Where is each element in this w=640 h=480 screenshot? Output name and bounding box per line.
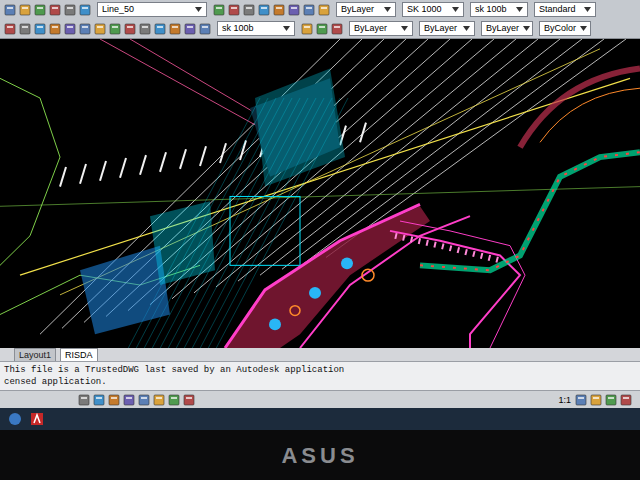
tool-icon[interactable] — [19, 23, 31, 35]
layout-tabs: Layout1 RISDA — [0, 348, 640, 361]
tool-icon[interactable] — [575, 394, 587, 406]
monitor-bezel: ASUS — [0, 430, 640, 480]
tool-icon[interactable] — [303, 4, 315, 16]
combo-box[interactable]: ByLayer — [481, 21, 533, 36]
chevron-down-icon — [580, 26, 587, 31]
chevron-down-icon — [523, 26, 530, 31]
chevron-down-icon — [401, 26, 408, 31]
tool-icon[interactable] — [78, 394, 90, 406]
combo-box[interactable]: ByColor — [539, 21, 591, 36]
combo-box[interactable]: sk 100b — [217, 21, 295, 36]
combo-box[interactable]: ByLayer — [336, 2, 396, 17]
chevron-down-icon — [384, 7, 391, 12]
tool-icon[interactable] — [4, 23, 16, 35]
tool-icon[interactable] — [94, 23, 106, 35]
toolbar: Line_50 ByLayer SK 1000 sk 100b Standard sk 1… — [0, 0, 640, 39]
tool-icon[interactable] — [258, 4, 270, 16]
tool-icon[interactable] — [184, 23, 196, 35]
tool-icon[interactable] — [49, 23, 61, 35]
tool-icon[interactable] — [168, 394, 180, 406]
icon-group — [213, 4, 330, 16]
chevron-down-icon — [283, 26, 290, 31]
toolbar-row: sk 100b ByLayer ByLayer ByLayer ByColor — [0, 19, 640, 38]
chevron-down-icon — [463, 26, 470, 31]
annotation-scale[interactable]: 1:1 — [558, 394, 571, 406]
tool-icon[interactable] — [49, 4, 61, 16]
tool-icon[interactable] — [154, 23, 166, 35]
combo-box[interactable]: Standard — [534, 2, 596, 17]
tool-icon[interactable] — [64, 4, 76, 16]
command-history-line: This file is a TrustedDWG last saved by … — [4, 364, 636, 376]
tool-icon[interactable] — [34, 4, 46, 16]
layout-tab[interactable]: Layout1 — [14, 348, 56, 361]
canvas-area[interactable] — [0, 39, 640, 348]
tool-icon[interactable] — [213, 4, 225, 16]
chevron-down-icon — [452, 7, 459, 12]
tool-icon[interactable] — [620, 394, 632, 406]
tool-icon[interactable] — [79, 4, 91, 16]
icon-group — [4, 23, 211, 35]
tool-icon[interactable] — [64, 23, 76, 35]
chevron-down-icon — [584, 7, 591, 12]
tool-icon[interactable] — [273, 4, 285, 16]
tool-icon[interactable] — [19, 4, 31, 16]
toolbar-row: Line_50 ByLayer SK 1000 sk 100b Standard — [0, 0, 640, 19]
screen: Line_50 ByLayer SK 1000 sk 100b Standard sk 1… — [0, 0, 640, 480]
command-history-line: censed application. — [4, 376, 636, 388]
chevron-down-icon — [195, 7, 202, 12]
tool-icon[interactable] — [318, 4, 330, 16]
autocad-app-icon[interactable] — [30, 412, 44, 426]
taskbar — [0, 408, 640, 430]
layout-tab[interactable]: RISDA — [60, 348, 98, 361]
combo-box[interactable]: ByLayer — [419, 21, 475, 36]
tool-icon[interactable] — [169, 23, 181, 35]
tool-icon[interactable] — [108, 394, 120, 406]
tool-icon[interactable] — [183, 394, 195, 406]
start-icon[interactable] — [8, 412, 22, 426]
tool-icon[interactable] — [109, 23, 121, 35]
tool-icon[interactable] — [301, 23, 313, 35]
command-line[interactable]: This file is a TrustedDWG last saved by … — [0, 361, 640, 390]
tool-icon[interactable] — [316, 23, 328, 35]
tool-icon[interactable] — [79, 23, 91, 35]
combo-box[interactable]: Line_50 — [97, 2, 207, 17]
tool-icon[interactable] — [228, 4, 240, 16]
combo-box[interactable]: sk 100b — [470, 2, 528, 17]
tool-icon[interactable] — [243, 4, 255, 16]
monitor-brand: ASUS — [281, 439, 358, 472]
tool-icon[interactable] — [123, 394, 135, 406]
icon-group — [4, 4, 91, 16]
tool-icon[interactable] — [153, 394, 165, 406]
tool-icon[interactable] — [288, 4, 300, 16]
combo-box[interactable]: SK 1000 — [402, 2, 464, 17]
tool-icon[interactable] — [34, 23, 46, 35]
tool-icon[interactable] — [93, 394, 105, 406]
tool-icon[interactable] — [605, 394, 617, 406]
tool-icon[interactable] — [199, 23, 211, 35]
tool-icon[interactable] — [4, 4, 16, 16]
icon-group — [78, 394, 195, 406]
tool-icon[interactable] — [590, 394, 602, 406]
tool-icon[interactable] — [124, 23, 136, 35]
tool-icon[interactable] — [139, 23, 151, 35]
chevron-down-icon — [516, 7, 523, 12]
combo-box[interactable]: ByLayer — [349, 21, 413, 36]
drawing-canvas[interactable] — [0, 39, 640, 348]
icon-group — [301, 23, 343, 35]
tool-icon[interactable] — [331, 23, 343, 35]
icon-group — [575, 394, 632, 406]
tool-icon[interactable] — [138, 394, 150, 406]
status-bar: 1:1 — [0, 390, 640, 408]
